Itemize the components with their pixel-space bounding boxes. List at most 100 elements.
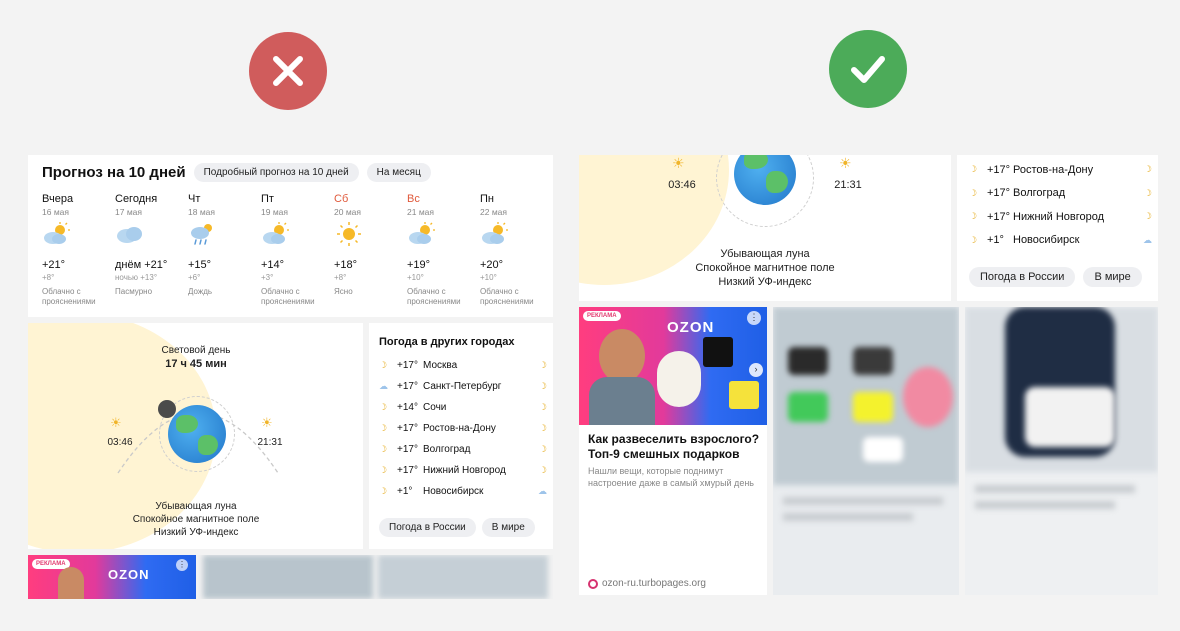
sun-weather-icon	[334, 221, 364, 247]
city-row[interactable]: ☽ +1° Новосибирск ☁	[969, 229, 1152, 252]
day-temp: +19°	[407, 259, 431, 271]
forecast-day[interactable]: Пн 22 мая +20° +10° Облачно с прояснениями	[480, 193, 553, 313]
forecast-day[interactable]: Сегодня 17 мая днём +21° ночью +13° Пасмурно	[115, 193, 188, 313]
ozon-logo: OZON	[667, 319, 715, 336]
sunrise-time: 03:46	[668, 179, 696, 191]
day-date: 18 мая	[188, 207, 215, 217]
day-temp: днём +21°	[115, 259, 168, 271]
night-temp: +6°	[188, 273, 201, 282]
day-condition: Дождь	[188, 287, 213, 296]
cities-title: Погода в других городах	[379, 336, 515, 348]
sunset-icon: ☀	[839, 155, 852, 171]
month-forecast-button[interactable]: На месяц	[366, 163, 431, 182]
daylight-label: Световой день	[161, 345, 231, 356]
city-row[interactable]: ☽ +17° Нижний Новгород ☽	[969, 205, 1152, 228]
day-name: Сегодня	[115, 193, 158, 205]
day-name: Чт	[188, 193, 201, 205]
day-date: 16 мая	[42, 207, 69, 217]
ad-badge: РЕКЛАМА	[583, 311, 621, 321]
city-row[interactable]: ☽ +17° Нижний Новгород ☽	[379, 462, 547, 478]
city-name: Ростов-на-Дону	[423, 422, 496, 434]
day-name: Пт	[261, 193, 274, 205]
city-temp: +1°	[987, 234, 1004, 246]
city-row[interactable]: ☽ +14° Сочи ☽	[379, 399, 547, 415]
city-temp: +17°	[397, 380, 418, 392]
sunrise-icon: ☀	[110, 415, 122, 430]
cloud-icon: ☁	[538, 485, 547, 496]
forecast-day[interactable]: Вс 21 мая +19° +10° Облачно с прояснениями	[407, 193, 480, 313]
more-icon[interactable]: ⋮	[176, 559, 188, 571]
city-temp: +17°	[987, 210, 1011, 223]
day-date: 22 мая	[480, 207, 507, 217]
world-weather-button[interactable]: В мире	[481, 518, 535, 537]
city-temp: +17°	[397, 464, 418, 476]
moon-icon: ☽	[379, 401, 388, 412]
sunrise-time: 03:46	[107, 437, 133, 448]
day-temp: +15°	[188, 259, 212, 271]
sunset-icon: ☀	[261, 415, 273, 430]
city-row[interactable]: ☽ +17° Волгоград ☽	[969, 182, 1152, 205]
blurred-card-2[interactable]	[965, 307, 1158, 595]
ad-card[interactable]: РЕКЛАМА OZON ⋮ › Как развеселить взросло…	[579, 307, 767, 595]
day-condition: Пасмурно	[115, 287, 153, 296]
detailed-forecast-button[interactable]: Подробный прогноз на 10 дней	[193, 163, 359, 182]
russia-weather-button[interactable]: Погода в России	[969, 267, 1076, 287]
next-slide-icon[interactable]: ›	[749, 363, 763, 377]
moon-icon: ☽	[969, 187, 978, 198]
day-name: Пн	[480, 193, 494, 205]
moon-icon: ☽	[379, 443, 388, 454]
moon-icon: ☽	[379, 464, 388, 475]
day-date: 20 мая	[334, 207, 361, 217]
forecast-day[interactable]: Пт 19 мая +14° +3° Облачно с прояснениями	[261, 193, 334, 313]
day-date: 19 мая	[261, 207, 288, 217]
moon-icon: ☽	[969, 234, 978, 245]
forecast-day[interactable]: Чт 18 мая +15° +6° Дождь	[188, 193, 261, 313]
moon-icon: ☽	[379, 359, 388, 370]
sun-card: Световой день 17 ч 45 мин ☀ 03:46 ☀ 21:3…	[28, 323, 363, 549]
forecast-day[interactable]: Сб 20 мая +18° +8° Ясно	[334, 193, 407, 313]
moon-icon: ☽	[538, 464, 547, 475]
russia-weather-button[interactable]: Погода в России	[379, 518, 476, 537]
city-name: Новосибирск	[1013, 234, 1080, 246]
city-temp: +14°	[397, 401, 418, 413]
sun-cloud-weather-icon	[407, 221, 437, 247]
ad-source[interactable]: ozon-ru.turbopages.org	[602, 578, 706, 589]
ad-image[interactable]: РЕКЛАМА OZON ⋮ ›	[579, 307, 767, 425]
forecast-day[interactable]: Вчера 16 мая +21° +8° Облачно с прояснениями	[42, 193, 115, 313]
moon-icon: ☽	[1143, 164, 1152, 174]
world-weather-button[interactable]: В мире	[1083, 267, 1142, 287]
day-date: 21 мая	[407, 207, 434, 217]
ad-strip: РЕКЛАМА OZON ⋮	[28, 555, 553, 599]
ad-title[interactable]: Как развеселить взрослого? Топ-9 смешных…	[588, 432, 763, 462]
ozon-logo: OZON	[108, 567, 150, 582]
city-row[interactable]: ☽ +17° Москва ☽	[379, 357, 547, 373]
city-row[interactable]: ☽ +17° Ростов-на-Дону ☽	[969, 158, 1152, 181]
sunrise-icon: ☀	[672, 155, 685, 171]
cities-card: Погода в других городах ☽ +17° Москва ☽ ☁ +17…	[369, 323, 553, 549]
cloud-weather-icon	[115, 221, 145, 247]
blurred-card-1[interactable]	[773, 307, 959, 595]
day-condition: Облачно с прояснениями	[42, 287, 96, 306]
ad-thumbnail[interactable]: РЕКЛАМА OZON ⋮	[28, 555, 196, 599]
city-row[interactable]: ☽ +17° Ростов-на-Дону ☽	[379, 420, 547, 436]
city-temp: +17°	[397, 422, 418, 434]
earth-icon	[168, 405, 226, 463]
city-name: Волгоград	[423, 443, 471, 455]
moon-icon: ☽	[379, 485, 388, 496]
city-temp: +17°	[397, 443, 418, 455]
city-name: Нижний Новгород	[1013, 210, 1105, 223]
city-name: Ростов-на-Дону	[1013, 163, 1094, 176]
more-icon[interactable]: ⋮	[747, 311, 761, 325]
day-temp: +18°	[334, 259, 358, 271]
night-temp: +10°	[407, 273, 424, 282]
city-row[interactable]: ☽ +1° Новосибирск ☁	[379, 483, 547, 499]
day-temp: +20°	[480, 259, 504, 271]
city-row[interactable]: ☁ +17° Санкт-Петербург ☽	[379, 378, 547, 394]
day-condition: Облачно с прояснениями	[480, 287, 534, 306]
day-condition: Облачно с прояснениями	[407, 287, 461, 306]
rain-weather-icon	[188, 221, 218, 247]
moon-icon: ☽	[538, 380, 547, 391]
cloud-icon: ☁	[379, 380, 388, 391]
city-row[interactable]: ☽ +17° Волгоград ☽	[379, 441, 547, 457]
city-temp: +17°	[987, 187, 1011, 199]
